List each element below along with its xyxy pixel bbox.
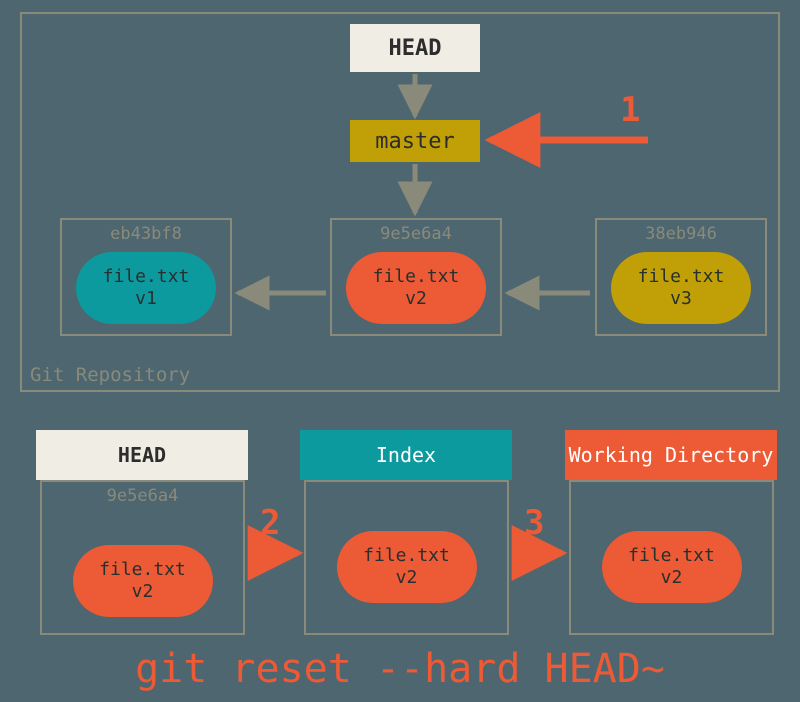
file-version-2: v2 <box>405 288 427 310</box>
bottom-wd-file: file.txt <box>628 545 715 567</box>
file-name-3: file.txt <box>638 266 725 288</box>
file-pill-3: file.txt v3 <box>611 252 751 324</box>
commit-box-3: 38eb946 file.txt v3 <box>595 218 767 336</box>
bottom-index-header: Index <box>300 430 512 480</box>
commit-hash-3: 38eb946 <box>597 224 765 244</box>
bottom-wd-box: file.txt v2 <box>569 480 774 635</box>
repo-label: Git Repository <box>30 364 190 386</box>
file-name-2: file.txt <box>373 266 460 288</box>
bottom-wd-version: v2 <box>661 567 683 589</box>
git-command: git reset --hard HEAD~ <box>135 646 665 692</box>
bottom-wd-pill: file.txt v2 <box>602 531 742 603</box>
head-box: HEAD <box>350 24 480 72</box>
step-2-label: 2 <box>260 503 280 543</box>
bottom-head-header: HEAD <box>36 430 248 480</box>
commit-hash-2: 9e5e6a4 <box>332 224 500 244</box>
file-name-1: file.txt <box>103 266 190 288</box>
bottom-index-version: v2 <box>396 567 418 589</box>
bottom-head-hash: 9e5e6a4 <box>42 486 243 506</box>
step-1-label: 1 <box>620 90 640 130</box>
branch-box: master <box>350 120 480 162</box>
branch-label: master <box>375 129 454 154</box>
bottom-wd-title: Working Directory <box>569 444 774 466</box>
bottom-index-title: Index <box>376 444 436 466</box>
bottom-head-pill: file.txt v2 <box>73 545 213 617</box>
file-version-3: v3 <box>670 288 692 310</box>
bottom-wd-header: Working Directory <box>565 430 777 480</box>
file-version-1: v1 <box>135 288 157 310</box>
bottom-index-file: file.txt <box>363 545 450 567</box>
bottom-head-file: file.txt <box>99 559 186 581</box>
bottom-head-version: v2 <box>132 581 154 603</box>
commit-box-2: 9e5e6a4 file.txt v2 <box>330 218 502 336</box>
bottom-head-title: HEAD <box>118 444 166 466</box>
bottom-index-box: file.txt v2 <box>304 480 509 635</box>
commit-hash-1: eb43bf8 <box>62 224 230 244</box>
file-pill-1: file.txt v1 <box>76 252 216 324</box>
file-pill-2: file.txt v2 <box>346 252 486 324</box>
bottom-index-pill: file.txt v2 <box>337 531 477 603</box>
bottom-head-box: 9e5e6a4 file.txt v2 <box>40 480 245 635</box>
commit-box-1: eb43bf8 file.txt v1 <box>60 218 232 336</box>
step-3-label: 3 <box>524 503 544 543</box>
head-label: HEAD <box>389 36 442 61</box>
